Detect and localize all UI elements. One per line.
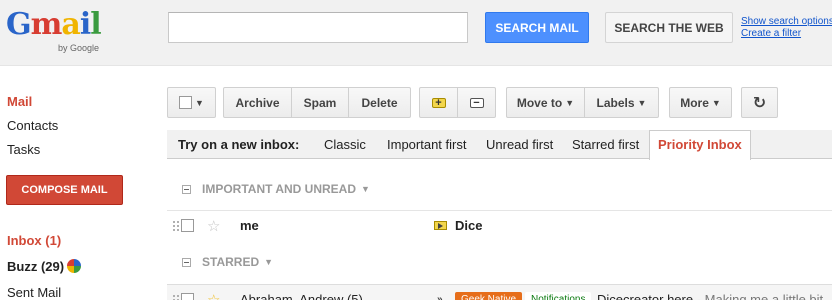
folder-sent-label: Sent Mail [7,284,62,300]
folder-buzz-label: Buzz (29) [7,258,65,274]
more-button[interactable]: More ▼ [669,87,732,118]
row-checkbox[interactable] [181,293,194,300]
chevron-right-icon: » [437,294,443,300]
inbox-type-bar: Try on a new inbox: Classic Important fi… [167,130,832,160]
mark-not-important-icon: − [469,97,484,109]
tab-important-first[interactable]: Important first [387,137,466,152]
archive-button[interactable]: Archive [223,87,292,118]
drag-handle-icon[interactable] [172,219,180,232]
move-to-label: Move to [516,95,563,110]
compose-mail-button[interactable]: COMPOSE MAIL [6,175,123,205]
search-links: Show search options Create a filter [741,16,832,40]
label-chip[interactable]: Geek Native [455,291,523,300]
buzz-icon [67,259,82,273]
header: Gmail by Google SEARCH MAIL SEARCH THE W… [0,0,832,66]
inbox-type-prompt: Try on a new inbox: [178,137,300,152]
table-row[interactable]: ☆ me Dice [167,210,832,240]
chevron-down-icon[interactable]: ▼ [264,257,273,267]
chevron-down-icon: ▼ [711,97,721,108]
chevron-down-icon[interactable]: ▼ [361,184,370,194]
nav-item-mail[interactable]: Mail [7,93,147,117]
folder-inbox[interactable]: Inbox (1) [7,227,157,253]
sidebar-nav: Mail Contacts Tasks [7,93,147,165]
star-icon[interactable]: ☆ [207,291,220,300]
tab-priority-inbox[interactable]: Priority Inbox [649,130,751,160]
gmail-logo-wordmark: Gmail [6,7,102,42]
collapse-icon[interactable] [182,184,191,194]
nav-item-tasks[interactable]: Tasks [7,141,147,165]
importance-marker-icon[interactable] [434,221,447,230]
search-input[interactable] [168,12,468,43]
labels-label: Labels [596,95,635,110]
mark-important-button[interactable]: + [419,87,458,118]
drag-handle-icon[interactable] [172,293,180,300]
folder-list: Inbox (1) Buzz (29) Sent Mail [7,227,157,300]
message-subject: Dice [455,218,483,233]
message-snippet: - Making me a little bit [693,292,824,300]
message-sender: me [240,218,259,233]
search-mail-button[interactable]: SEARCH MAIL [485,12,589,43]
move-to-button[interactable]: Move to ▼ [506,87,585,118]
select-all-checkbox [179,96,193,109]
show-search-options-link[interactable]: Show search options [741,16,832,28]
message-preview: Dicecreator here - Making me a little bi… [597,292,823,300]
refresh-icon: ↻ [752,94,767,112]
section-title: IMPORTANT AND UNREAD [202,182,356,196]
label-chip[interactable]: Notifications [525,291,592,300]
spam-button[interactable]: Spam [291,87,349,118]
section-title: STARRED [202,255,260,269]
labels-button[interactable]: Labels ▼ [584,87,659,118]
row-checkbox[interactable] [181,219,194,232]
table-row[interactable]: ☆ Abraham, Andrew (5) » Geek Native Noti… [167,284,832,300]
nav-item-contacts[interactable]: Contacts [7,117,147,141]
chevron-down-icon: ▼ [637,97,647,108]
collapse-icon[interactable] [182,257,191,267]
select-dropdown-button[interactable]: ▼ [167,87,216,118]
message-sender: Abraham, Andrew (5) [240,292,363,300]
logo-subtitle: by Google [58,43,100,53]
tab-unread-first[interactable]: Unread first [486,137,553,152]
delete-button[interactable]: Delete [348,87,411,118]
folder-inbox-label: Inbox (1) [7,232,62,248]
section-important-unread[interactable]: IMPORTANT AND UNREAD ▼ [167,168,832,210]
mark-important-icon: + [431,97,446,109]
refresh-button[interactable]: ↻ [741,87,778,118]
chevron-down-icon: ▼ [565,97,575,108]
create-filter-link[interactable]: Create a filter [741,28,832,40]
folder-sent[interactable]: Sent Mail [7,279,157,300]
tab-starred-first[interactable]: Starred first [572,137,639,152]
folder-buzz[interactable]: Buzz (29) [7,253,157,279]
more-label: More [680,95,709,110]
message-subject: Dicecreator here [597,292,694,300]
star-icon[interactable]: ☆ [207,217,220,235]
section-starred[interactable]: STARRED ▼ [167,241,832,283]
tab-classic[interactable]: Classic [324,137,366,152]
gmail-logo[interactable]: Gmail by Google [6,8,106,56]
chevron-down-icon: ▼ [195,97,204,108]
mark-not-important-button[interactable]: − [457,87,496,118]
search-web-button[interactable]: SEARCH THE WEB [605,12,733,43]
